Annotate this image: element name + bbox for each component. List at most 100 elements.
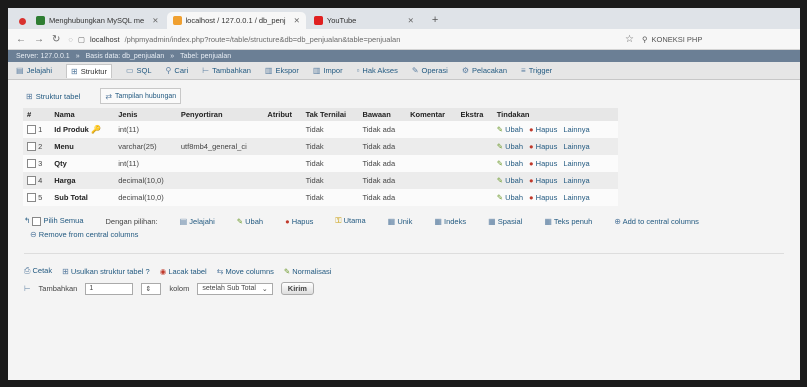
col-collation: Penyortiran [176,108,264,121]
tab-label: SQL [136,66,152,75]
row-checkbox[interactable] [27,125,36,135]
page-info-icon[interactable]: ◌ [68,35,72,44]
delete-button[interactable]: ● Hapus [529,176,557,185]
field-comments [406,138,457,155]
delete-button[interactable]: ● Hapus [529,142,557,151]
propose-structure-button[interactable]: ⊞ Usulkan struktur tabel ? [62,267,150,276]
edit-button[interactable]: ✎ Ubah [497,193,523,202]
tab-structure[interactable]: ⊞ Struktur [66,63,112,78]
browser-menu[interactable] [14,13,30,29]
subtab-relation-view[interactable]: ⇄ Tampilan hubungan [100,88,182,104]
tab-browse[interactable]: ▤ Jelajahi [16,66,52,75]
delete-button[interactable]: ● Hapus [529,159,557,168]
browser-tab-2[interactable]: localhost / 127.0.0.1 / db_penj ✕ [166,12,306,29]
bulk-spatial-button[interactable]: ▦ Spasial [488,217,522,226]
field-name: Menu [54,142,74,151]
row-checkbox[interactable] [27,142,36,152]
tab-search[interactable]: ⚲ Cari [166,66,189,75]
delete-button[interactable]: ● Hapus [529,125,557,134]
col-type: Jenis [114,108,177,121]
tab-title: YouTube [326,16,357,25]
forward-icon[interactable]: → [34,34,44,45]
row-checkbox[interactable] [27,193,36,203]
edit-button[interactable]: ✎ Ubah [497,142,523,151]
close-icon[interactable]: ✕ [408,16,414,25]
reload-icon[interactable]: ↻ [52,34,60,45]
go-button[interactable]: Kirim [280,282,314,295]
check-all-checkbox[interactable] [32,216,42,226]
edit-label: Ubah [505,142,524,151]
tab-operations[interactable]: ✎ Operasi [412,66,448,75]
fulltext-icon: ▦ [544,216,552,226]
bulk-edit-label: Ubah [245,216,264,226]
insert-icon: ⊢ [202,66,210,75]
print-button[interactable]: ⎙ Cetak [24,266,52,276]
more-button[interactable]: Lainnya [563,125,589,134]
field-name: Harga [54,176,76,185]
row-checkbox[interactable] [27,176,36,186]
bulk-browse-button[interactable]: ▤ Jelajahi [180,217,215,226]
bulk-primary-button[interactable]: ⚿ Utama [335,216,365,226]
tab-sql[interactable]: ▭ SQL [126,66,152,75]
browser-tab-1[interactable]: Menghubungkan MySQL me ✕ [30,12,165,29]
edit-button[interactable]: ✎ Ubah [497,176,523,185]
bookmark-star-icon[interactable]: ☆ [625,34,634,45]
breadcrumb-database[interactable]: Basis data: db_penjualan [86,53,165,60]
back-icon[interactable]: ← [16,34,26,45]
more-button[interactable]: Lainnya [563,193,589,202]
more-button[interactable]: Lainnya [563,176,589,185]
position-select[interactable]: setelah Sub Total ⌄ [197,282,273,295]
edit-icon: ✎ [496,176,503,185]
bulk-delete-button[interactable]: ● Hapus [285,217,313,226]
tab-export[interactable]: ▥ Ekspor [265,66,299,75]
browser-tab-3[interactable]: YouTube ✕ [308,12,420,29]
remove-central-columns-button[interactable]: ⊖ Remove from central columns [30,230,800,239]
more-button[interactable]: Lainnya [563,142,589,151]
column-stepper[interactable]: ⇕ [141,282,162,295]
col-name[interactable]: Nama [50,108,115,121]
subtab-table-structure[interactable]: ⊞ Struktur tabel [22,88,84,104]
edit-button[interactable]: ✎ Ubah [497,125,523,134]
field-default: Tidak ada [358,121,407,138]
delete-label: Hapus [535,159,558,168]
tab-trigger[interactable]: ≡ Trigger [521,66,552,75]
breadcrumb-table[interactable]: Tabel: penjualan [180,53,231,60]
export-icon: ▥ [264,66,273,75]
tracking-shield-icon[interactable]: ▢ [78,35,85,44]
field-name: Qty [54,159,67,168]
new-tab-button[interactable]: + [422,14,448,29]
normalize-button[interactable]: ✎ Normalisasi [284,267,332,276]
tab-import[interactable]: ▥ Impor [313,66,343,75]
search-input[interactable]: ⚲ KONEKSI PHP [642,35,792,44]
bulk-fulltext-button[interactable]: ▦ Teks penuh [544,217,592,226]
breadcrumb-server[interactable]: Server: 127.0.0.1 [16,53,70,60]
close-icon[interactable]: ✕ [152,16,158,25]
url-field[interactable]: ◌ ▢ localhost/phpmyadmin/index.php?route… [68,32,617,46]
tab-tracking[interactable]: ⚙ Pelacakan [462,66,507,75]
edit-icon: ✎ [496,142,503,151]
bulk-unique-button[interactable]: ▦ Unik [388,217,413,226]
delete-icon: ● [529,125,534,134]
row-actions: ✎ Ubah ● Hapus Lainnya [492,189,618,206]
move-columns-button[interactable]: ⇆ Move columns [217,267,274,276]
spatial-icon: ▦ [488,216,496,226]
add-label: Tambahkan [38,284,78,293]
tab-insert[interactable]: ⊢ Tambahkan [202,66,251,75]
edit-button[interactable]: ✎ Ubah [497,159,523,168]
delete-button[interactable]: ● Hapus [529,193,557,202]
more-button[interactable]: Lainnya [563,159,589,168]
edit-icon: ✎ [496,193,503,202]
bulk-edit-button[interactable]: ✎ Ubah [237,217,263,226]
track-label: Lacak tabel [168,266,207,276]
tab-label: Pelacakan [471,66,508,75]
help-icon[interactable]: ? [146,267,150,276]
field-null: Tidak [301,121,359,138]
add-column-count-input[interactable]: 1 [85,282,134,295]
row-checkbox[interactable] [27,159,36,169]
tab-privileges[interactable]: ▫ Hak Akses [357,66,398,75]
bulk-index-button[interactable]: ▦ Indeks [434,217,466,226]
bulk-add-central-button[interactable]: ⊕ Add to central columns [614,217,699,226]
track-table-button[interactable]: ◉ Lacak tabel [160,267,207,276]
close-icon[interactable]: ✕ [294,16,300,25]
check-all[interactable]: ↰ Pilih Semua [24,216,84,226]
